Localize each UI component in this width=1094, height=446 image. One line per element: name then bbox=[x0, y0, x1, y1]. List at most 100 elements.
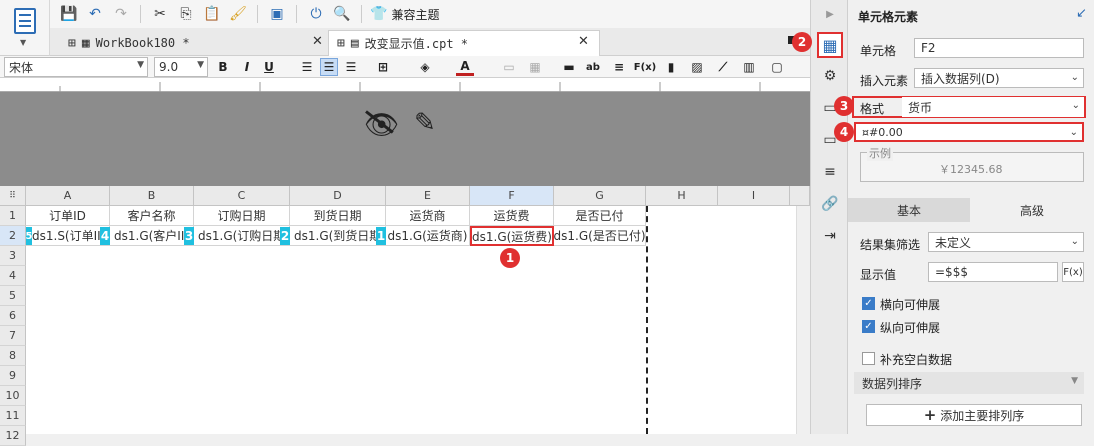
align-center-icon[interactable]: ☰ bbox=[320, 58, 338, 76]
expand-h-checkbox[interactable]: ✓ bbox=[862, 297, 875, 310]
vertical-scrollbar[interactable] bbox=[796, 206, 810, 434]
save-icon[interactable]: 💾 bbox=[58, 3, 80, 25]
format-painter-icon[interactable]: 🖌 bbox=[227, 3, 249, 25]
row-header[interactable]: 4 bbox=[0, 266, 26, 286]
col-header[interactable]: H bbox=[646, 186, 718, 206]
chevron-down-icon[interactable]: ▼ bbox=[20, 38, 26, 47]
data-cell[interactable]: ds1.G(是否已付) bbox=[554, 226, 646, 246]
header-cell[interactable]: 订购日期 bbox=[194, 206, 290, 226]
hyperlink-icon[interactable]: 🔗 bbox=[820, 194, 840, 214]
text-icon[interactable]: ab bbox=[584, 58, 602, 76]
plugin-icon[interactable]: ⏻ bbox=[305, 3, 327, 25]
row-header[interactable]: 12 bbox=[0, 426, 26, 446]
search-doc-icon[interactable]: 🔍 bbox=[331, 3, 353, 25]
font-size-select[interactable]: 9.0 ▼ bbox=[154, 57, 208, 77]
col-header[interactable]: F bbox=[470, 186, 554, 206]
select-all-corner[interactable]: ⠿ bbox=[0, 186, 26, 206]
rich-text-icon[interactable]: ≡ bbox=[610, 58, 628, 76]
spreadsheet-grid[interactable]: ⠿ A B C D E F G H I 1 2 3 4 5 6 7 8 9 10… bbox=[0, 186, 810, 446]
row-header[interactable]: 11 bbox=[0, 406, 26, 426]
datasource-icon[interactable]: ≡ bbox=[820, 162, 840, 182]
pencil-icon[interactable]: ✎ bbox=[414, 108, 436, 138]
redo-icon[interactable]: ↷ bbox=[110, 3, 132, 25]
fill-blank-checkbox[interactable] bbox=[862, 352, 875, 365]
data-cell[interactable]: ds1.S(订单II bbox=[26, 226, 110, 246]
row-header[interactable]: 8 bbox=[0, 346, 26, 366]
copy-icon[interactable]: ⎘ bbox=[175, 3, 197, 25]
formula-icon[interactable]: F(x) bbox=[634, 58, 656, 76]
collapse-arrow-icon[interactable]: ▶ bbox=[820, 4, 840, 24]
border-icon[interactable]: ⊞ bbox=[374, 58, 392, 76]
expand-v-checkbox[interactable]: ✓ bbox=[862, 320, 875, 333]
sort-section-header[interactable]: 数据列排序 ▼ bbox=[854, 372, 1084, 394]
italic-icon[interactable]: I bbox=[238, 58, 256, 76]
close-icon[interactable]: ✕ bbox=[312, 34, 323, 49]
sub-report-icon[interactable]: ▥ bbox=[740, 58, 758, 76]
font-color-icon[interactable]: A bbox=[456, 58, 474, 76]
col-header[interactable]: D bbox=[290, 186, 386, 206]
frame-icon[interactable]: ▢ bbox=[768, 58, 786, 76]
cell-ref-input[interactable]: F2 bbox=[914, 38, 1084, 58]
chart-icon[interactable]: ▮ bbox=[662, 58, 680, 76]
header-cell[interactable]: 客户名称 bbox=[110, 206, 194, 226]
header-cell[interactable]: 是否已付 bbox=[554, 206, 646, 226]
image-icon[interactable]: ▨ bbox=[688, 58, 706, 76]
formula-button[interactable]: F(x) bbox=[1062, 262, 1084, 282]
data-cell[interactable]: ds1.G(运货商) bbox=[386, 226, 470, 246]
tab-advanced[interactable]: 高级 bbox=[970, 198, 1094, 222]
row-header[interactable]: 10 bbox=[0, 386, 26, 406]
header-cell[interactable]: 订单ID bbox=[26, 206, 110, 226]
col-header[interactable]: E bbox=[386, 186, 470, 206]
col-header[interactable]: G bbox=[554, 186, 646, 206]
font-name-select[interactable]: 宋体 ▼ bbox=[4, 57, 148, 77]
data-cell[interactable]: ds1.G(客户II bbox=[110, 226, 194, 246]
header-cell[interactable]: 到货日期 bbox=[290, 206, 386, 226]
bold-icon[interactable]: B bbox=[214, 58, 232, 76]
row-header[interactable]: 7 bbox=[0, 326, 26, 346]
tab-workbook[interactable]: ⊞ ▦ WorkBook180 * bbox=[60, 30, 198, 56]
format-select[interactable]: 货币 ⌄ bbox=[902, 97, 1084, 117]
header-cell[interactable]: 运货商 bbox=[386, 206, 470, 226]
cell-element-icon[interactable]: ▦ bbox=[817, 32, 843, 58]
add-sort-button[interactable]: + 添加主要排列序 bbox=[866, 404, 1082, 426]
display-value-input[interactable]: =$$$ bbox=[928, 262, 1058, 282]
col-header[interactable]: C bbox=[194, 186, 290, 206]
data-cell[interactable]: ds1.G(到货日期 bbox=[290, 226, 386, 246]
row-header[interactable]: 6 bbox=[0, 306, 26, 326]
undo-icon[interactable]: ↶ bbox=[84, 3, 106, 25]
row-header[interactable]: 2 bbox=[0, 226, 26, 246]
slash-icon[interactable]: ⟋ bbox=[714, 58, 732, 76]
format-pattern-select[interactable]: ¤#0.00 ⌄ bbox=[854, 122, 1084, 142]
col-header[interactable]: B bbox=[110, 186, 194, 206]
col-header[interactable]: A bbox=[26, 186, 110, 206]
expand-v-label: 纵向可伸展 bbox=[880, 321, 941, 335]
tab-report[interactable]: ⊞ ▤ 改变显示值.cpt * bbox=[328, 30, 600, 56]
filter-select[interactable]: 未定义 ⌄ bbox=[928, 232, 1084, 252]
insert-select[interactable]: 插入数据列(D) ⌄ bbox=[914, 68, 1084, 88]
row-header[interactable]: 3 bbox=[0, 246, 26, 266]
paste-icon[interactable]: 📋 bbox=[201, 3, 223, 25]
cell-attr-icon[interactable]: ⚙ bbox=[820, 66, 840, 86]
row-header[interactable]: 1 bbox=[0, 206, 26, 226]
underline-icon[interactable]: U bbox=[260, 58, 278, 76]
unmerge-icon[interactable]: ▦ bbox=[526, 58, 544, 76]
data-column-icon[interactable]: ▬ bbox=[560, 58, 578, 76]
align-right-icon[interactable]: ☰ bbox=[342, 58, 360, 76]
preview-icon[interactable]: ▣ bbox=[266, 3, 288, 25]
cut-icon[interactable]: ✂ bbox=[149, 3, 171, 25]
data-cell[interactable]: ds1.G(订购日期 bbox=[194, 226, 290, 246]
merge-icon[interactable]: ▭ bbox=[500, 58, 518, 76]
header-cell[interactable]: 运货费 bbox=[470, 206, 554, 226]
tab-basic[interactable]: 基本 bbox=[848, 198, 970, 222]
import-icon[interactable]: ⇥ bbox=[820, 226, 840, 246]
selected-cell-f2[interactable]: ds1.G(运货费) bbox=[470, 226, 554, 246]
fill-color-icon[interactable]: ◈ bbox=[416, 58, 434, 76]
row-header[interactable]: 5 bbox=[0, 286, 26, 306]
close-icon[interactable]: ✕ bbox=[578, 34, 589, 49]
col-header[interactable]: I bbox=[718, 186, 790, 206]
compat-theme-button[interactable]: 👕 兼容主题 bbox=[370, 6, 439, 23]
expand-arrow-icon[interactable]: ↙ bbox=[1076, 6, 1087, 21]
align-left-icon[interactable]: ☰ bbox=[298, 58, 316, 76]
row-header[interactable]: 9 bbox=[0, 366, 26, 386]
template-icon[interactable] bbox=[14, 8, 36, 34]
